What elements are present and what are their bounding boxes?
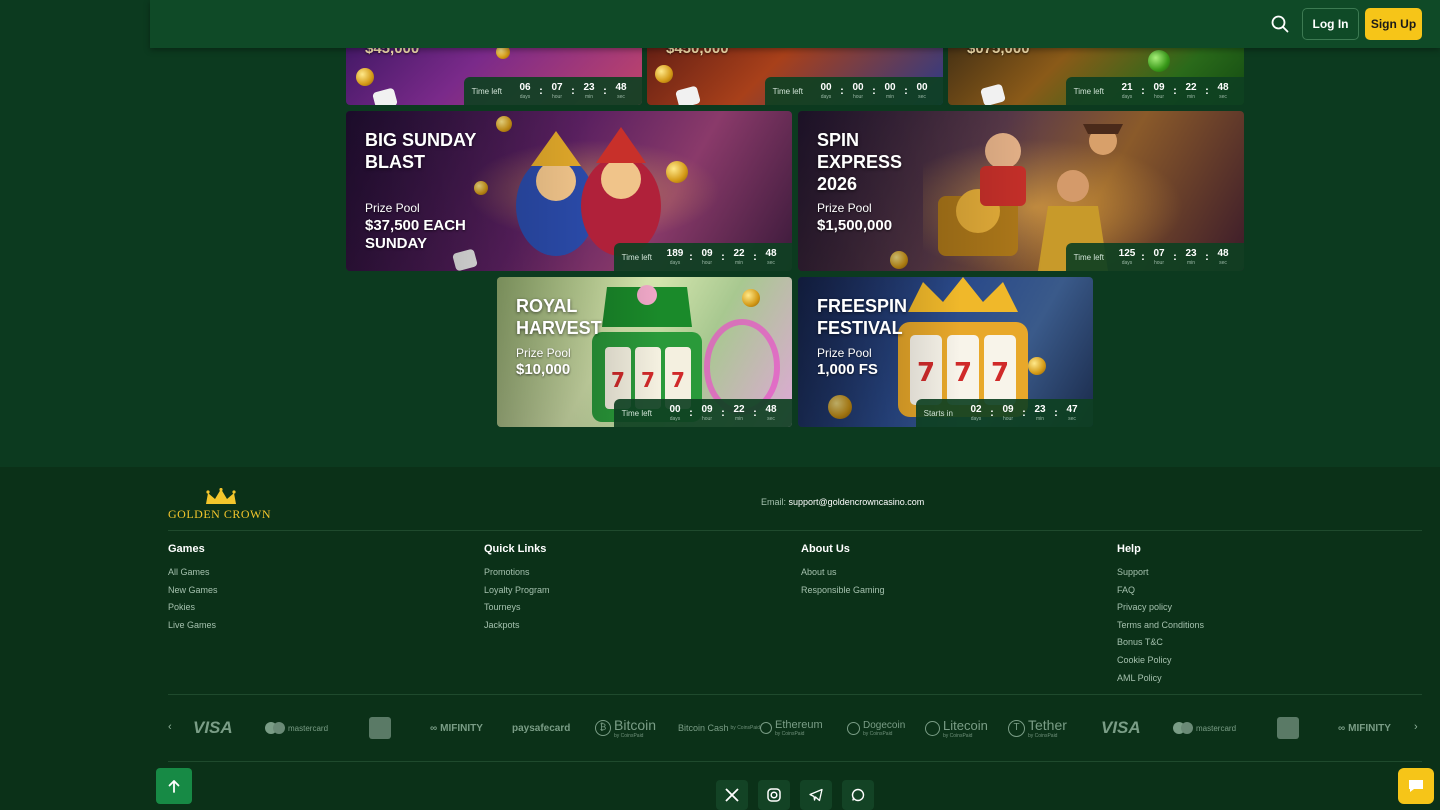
payment-logo-bitcoin: ₿ Bitcoin by CoinsPaid	[595, 714, 656, 742]
tournament-card[interactable]: BIG SUNDAY BLAST Prize Pool $37,500 EACH…	[346, 111, 792, 271]
mastercard-icon	[1173, 722, 1193, 734]
footer-link[interactable]: Responsible Gaming	[801, 585, 885, 595]
countdown-timer: Time left 00 days: 09 hour: 22 min: 48 sec	[613, 399, 792, 427]
column-heading: Quick Links	[484, 543, 547, 555]
footer-divider	[168, 694, 1422, 695]
footer-link[interactable]: Cookie Policy	[1117, 655, 1204, 665]
payment-logo-mifinity: ∞ MIFINITY	[430, 722, 483, 734]
footer-link[interactable]: New Games	[168, 585, 218, 595]
footer-link[interactable]: All Games	[168, 567, 218, 577]
footer-column-quick-links: Quick Links Promotions Loyalty Program T…	[484, 543, 550, 637]
live-chat-button[interactable]	[1398, 768, 1434, 804]
login-button[interactable]: Log In	[1302, 8, 1359, 40]
payment-logo-paysafecard: paysafecard	[512, 722, 571, 734]
countdown-timer: Time left 21 days: 09 hour: 22 min: 48 sec	[1065, 77, 1244, 105]
tournament-card[interactable]: 7 7 7 FREESPIN FESTIVAL Prize Pool 1,000…	[798, 277, 1093, 427]
footer-divider	[168, 530, 1422, 531]
infinity-icon: ∞	[1338, 722, 1346, 734]
mastercard-icon	[265, 722, 285, 734]
search-icon[interactable]	[1270, 14, 1290, 34]
payment-logo-dogecoin: Dogecoin by CoinsPaid	[847, 714, 905, 742]
prize-pool-value: 1,000 FS	[817, 361, 878, 378]
payment-logo-generic	[369, 717, 391, 739]
footer-link[interactable]: Pokies	[168, 602, 218, 612]
scroll-to-top-button[interactable]	[156, 768, 192, 804]
payment-logo-ethereum: Ethereum by CoinsPaid	[760, 714, 823, 742]
footer-link[interactable]: Support	[1117, 567, 1204, 577]
dogecoin-icon	[847, 721, 860, 735]
prize-pool-value: $37,500 EACH SUNDAY	[365, 217, 466, 252]
footer-link[interactable]: Terms and Conditions	[1117, 620, 1204, 630]
bitcoin-icon: ₿	[595, 720, 611, 736]
footer-column-about: About Us About us Responsible Gaming	[801, 543, 885, 602]
telegram-icon	[809, 788, 823, 802]
footer-link[interactable]: Bonus T&C	[1117, 637, 1204, 647]
telegram-link[interactable]	[800, 780, 832, 810]
chat-icon	[1409, 780, 1423, 792]
footer-link[interactable]: Jackpots	[484, 620, 550, 630]
site-header: Log In Sign Up	[150, 0, 1440, 48]
x-twitter-link[interactable]	[716, 780, 748, 810]
footer-link[interactable]: Loyalty Program	[484, 585, 550, 595]
payment-logo-generic	[1277, 717, 1299, 739]
payment-logo-bitcoin-cash: Bitcoin Cash by CoinsPaid	[678, 723, 760, 733]
signup-button[interactable]: Sign Up	[1365, 8, 1422, 40]
litecoin-icon	[925, 720, 940, 736]
tournament-title: BIG SUNDAY BLAST	[365, 130, 477, 172]
footer-divider	[168, 761, 1422, 762]
instagram-link[interactable]	[758, 780, 790, 810]
payment-logo-tether: T Tether by CoinsPaid	[1008, 714, 1067, 742]
countdown-timer: Starts in 02 days: 09 hour: 23 min: 47 sec	[915, 399, 1093, 427]
chevron-right-icon[interactable]: ›	[1414, 721, 1418, 733]
prize-pool-value: $10,000	[516, 361, 571, 378]
footer-link[interactable]: FAQ	[1117, 585, 1204, 595]
infinity-icon: ∞	[430, 722, 438, 734]
footer-column-help: Help Support FAQ Privacy policy Terms an…	[1117, 543, 1204, 690]
countdown-timer: Time left 189 days: 09 hour: 22 min: 48 sec	[613, 243, 792, 271]
prize-pool-label: Prize Pool	[817, 201, 872, 215]
column-heading: Help	[1117, 543, 1141, 555]
logo-text: GOLDEN CROWN	[168, 507, 271, 521]
ethereum-icon	[760, 722, 772, 734]
tournament-title: ROYAL HARVEST	[516, 296, 602, 338]
instagram-icon	[767, 788, 781, 802]
whatsapp-icon	[851, 788, 865, 802]
support-email: Email: support@goldencrowncasino.com	[761, 497, 924, 507]
tournament-title: SPIN EXPRESS 2026	[817, 130, 903, 194]
footer-link[interactable]: About us	[801, 567, 885, 577]
footer-link[interactable]: Live Games	[168, 620, 218, 630]
payment-logo-mastercard: mastercard	[1173, 714, 1236, 742]
tournament-card[interactable]: SPIN EXPRESS 2026 Prize Pool $1,500,000 …	[798, 111, 1244, 271]
payment-logo-litecoin: Litecoin by CoinsPaid	[925, 714, 988, 742]
footer-link[interactable]: Promotions	[484, 567, 550, 577]
countdown-timer: Time left 125 days: 07 hour: 23 min: 48 sec	[1065, 243, 1244, 271]
arrow-up-icon	[168, 780, 180, 793]
footer-column-games: Games All Games New Games Pokies Live Ga…	[168, 543, 218, 637]
tether-icon: T	[1008, 719, 1025, 737]
prize-pool-label: Prize Pool	[365, 201, 420, 215]
payment-logo-visa: VISA	[1101, 718, 1141, 737]
footer-link[interactable]: Tourneys	[484, 602, 550, 612]
prize-pool-label: Prize Pool	[817, 346, 872, 360]
golden-crown-logo[interactable]: GOLDEN CROWN	[168, 488, 288, 521]
payment-logo-mastercard: mastercard	[265, 714, 328, 742]
email-label: Email:	[761, 497, 787, 507]
x-icon	[725, 788, 739, 802]
prize-pool-value: $1,500,000	[817, 217, 893, 234]
countdown-timer: Time left 06 days: 07 hour: 23 min: 48 sec	[463, 77, 642, 105]
email-link[interactable]: support@goldencrowncasino.com	[789, 497, 925, 507]
chevron-left-icon[interactable]: ‹	[168, 721, 172, 733]
column-heading: Games	[168, 543, 205, 555]
payment-logo-mifinity: ∞ MIFINITY	[1338, 722, 1391, 734]
whatsapp-link[interactable]	[842, 780, 874, 810]
footer-link[interactable]: Privacy policy	[1117, 602, 1204, 612]
tournament-title: FREESPIN FESTIVAL	[817, 296, 908, 338]
payment-logo-visa: VISA	[193, 718, 233, 737]
prize-pool-label: Prize Pool	[516, 346, 571, 360]
tournament-card[interactable]: 7 7 7 ROYAL HARVEST Prize Pool $10,000 T…	[497, 277, 792, 427]
column-heading: About Us	[801, 543, 850, 555]
crown-icon	[206, 488, 236, 504]
countdown-timer: Time left 00 days: 00 hour: 00 min: 00 sec	[764, 77, 943, 105]
footer-link[interactable]: AML Policy	[1117, 673, 1204, 683]
